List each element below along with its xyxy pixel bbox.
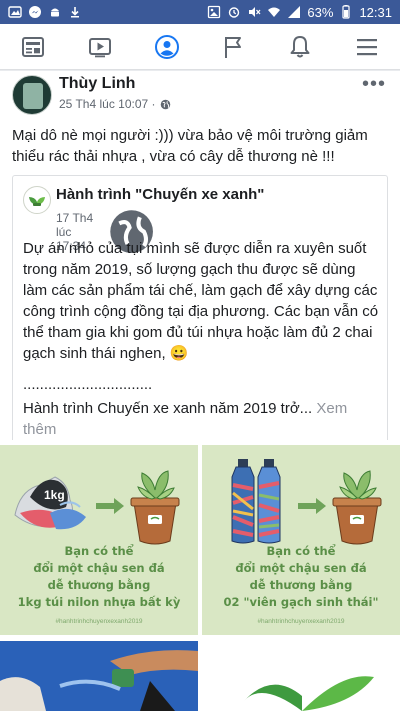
bottles-to-plant-illustration <box>231 459 382 545</box>
battery-icon <box>339 5 353 19</box>
globe-icon <box>160 99 170 109</box>
nav-profile[interactable] <box>142 25 192 69</box>
news-feed-icon <box>22 36 45 57</box>
nav-watch[interactable] <box>75 25 125 69</box>
notifications-icon <box>290 35 310 57</box>
download-icon <box>68 5 82 19</box>
menu-icon <box>356 38 377 55</box>
leaf-logo-icon <box>244 676 374 711</box>
shared-text: Dự án nhỏ của tụi mình sẽ được diễn ra x… <box>23 240 379 362</box>
post-author[interactable]: Thùy Linh <box>59 75 135 93</box>
pages-icon <box>225 36 242 58</box>
truncated-text: Hành trình Chuyến xe xanh năm 2019 trở..… <box>23 400 313 417</box>
people-photo <box>0 641 198 711</box>
photo-icon <box>8 5 22 19</box>
caption-line: Bạn có thể <box>64 544 134 558</box>
tile-hashtag: #hanhtrinhchuyenxexanh2019 <box>257 618 345 625</box>
clock: 12:31 <box>359 4 392 20</box>
bag-weight-label: 1kg <box>44 488 65 502</box>
tile-hashtag: #hanhtrinhchuyenxexanh2019 <box>55 618 143 625</box>
top-nav-bar <box>0 24 400 70</box>
post-text: Mại dô nè mọi người :))) vừa bảo vệ môi … <box>12 127 368 165</box>
battery-percent: 63% <box>307 4 334 20</box>
caption-line: dễ thương bằng <box>249 578 353 592</box>
post-timestamp[interactable]: 25 Th4 lúc 10:07 · <box>59 97 156 111</box>
messenger-icon <box>28 5 42 19</box>
avatar[interactable] <box>12 75 52 115</box>
shared-more-text: Hành trình Chuyến xe xanh năm 2019 trở..… <box>23 398 383 440</box>
alarm-icon <box>227 5 241 19</box>
shared-post[interactable]: Hành trình "Chuyến xe xanh" 17 Th4 lúc 1… <box>12 175 388 440</box>
photo-tile-nilon[interactable]: 1kg Bạn có thể đổi một chậu sen đá dễ th… <box>0 445 198 635</box>
separator-dots: ............................... <box>23 376 153 393</box>
caption-line: 1kg túi nilon nhựa bất kỳ <box>17 595 181 609</box>
post-options-button[interactable]: ••• <box>362 73 386 96</box>
watch-icon <box>88 37 111 57</box>
feed-post: Thùy Linh 25 Th4 lúc 10:07 · ••• Mại dô … <box>0 71 400 711</box>
nav-news-feed[interactable] <box>8 25 58 69</box>
image-grid: 1kg Bạn có thể đổi một chậu sen đá dễ th… <box>0 445 400 635</box>
status-bar: 63% 12:31 <box>0 0 400 24</box>
signal-icon <box>287 5 301 19</box>
profile-icon <box>154 34 179 59</box>
tile-caption: Bạn có thể đổi một chậu sen đá dễ thương… <box>0 543 198 611</box>
caption-line: Bạn có thể <box>266 544 336 558</box>
nav-menu[interactable] <box>342 25 392 69</box>
photo-tile-ecobrick[interactable]: Bạn có thể đổi một chậu sen đá dễ thương… <box>202 445 400 635</box>
caption-line: đổi một chậu sen đá <box>235 561 367 575</box>
mute-icon <box>247 5 261 19</box>
photo-tile-people[interactable] <box>0 641 198 711</box>
caption-line: đổi một chậu sen đá <box>33 561 165 575</box>
wifi-icon <box>267 5 281 19</box>
post-header: Thùy Linh 25 Th4 lúc 10:07 · ••• <box>0 71 400 121</box>
nav-notifications[interactable] <box>275 25 325 69</box>
android-icon <box>48 5 62 19</box>
shared-page-name[interactable]: Hành trình "Chuyến xe xanh" <box>56 186 264 203</box>
image-grid-bottom <box>0 641 400 711</box>
tile-caption: Bạn có thể đổi một chậu sen đá dễ thương… <box>202 543 400 611</box>
nav-pages[interactable] <box>208 25 258 69</box>
leaf-logo-icon <box>29 197 45 206</box>
caption-line: 02 "viên gạch sinh thái" <box>223 595 379 609</box>
caption-line: dễ thương bằng <box>47 578 151 592</box>
image-icon <box>207 5 221 19</box>
photo-tile-logo[interactable] <box>202 641 400 711</box>
page-avatar[interactable] <box>23 186 51 214</box>
plastic-bags-to-plant-illustration <box>14 470 180 545</box>
post-meta: 25 Th4 lúc 10:07 · <box>59 97 171 111</box>
